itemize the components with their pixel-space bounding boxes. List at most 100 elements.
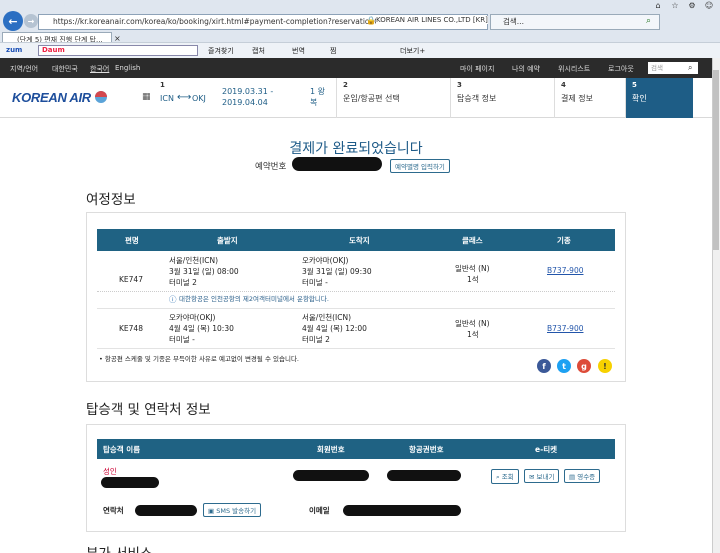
footnote: • 항공편 스케줄 및 기종은 부득이한 사유로 예고없이 변경될 수 있습니다… — [99, 355, 299, 363]
logo-text: KOREAN AIR — [12, 90, 91, 105]
redacted-reservation-number — [292, 157, 382, 171]
region-language-link[interactable]: 지역/언어 — [10, 64, 38, 74]
translate-button[interactable]: 번역 — [292, 46, 305, 56]
step-3[interactable]: 3 탑승객 정보 — [450, 78, 554, 118]
departure-terminal: 터미널 - — [169, 335, 195, 344]
col-aircraft: 기종 — [557, 236, 571, 245]
contact-label: 연락처 — [103, 506, 124, 515]
col-passenger-name: 탑승객 이름 — [103, 445, 141, 454]
class: 일반석 (N) — [455, 319, 490, 328]
info-icon: ⓘ — [169, 295, 177, 304]
departure-time: 4월 4일 (목) 10:30 — [169, 324, 234, 333]
col-flight: 편명 — [125, 236, 139, 245]
taeguk-icon — [95, 91, 108, 103]
redacted-contact — [135, 505, 197, 516]
row-divider — [97, 348, 615, 349]
booking-header: KOREAN AIR ▦ 1 ICN ⟷ OKJ 2019.03.31 - 20… — [0, 78, 712, 118]
site-identity[interactable]: KOREAN AIR LINES CO.,LTD [KR] — [376, 16, 488, 24]
twitter-icon[interactable]: t — [557, 359, 571, 373]
departure-terminal: 터미널 2 — [169, 278, 197, 287]
seats: 1석 — [467, 330, 479, 339]
country-link[interactable]: 대한민국 — [52, 64, 78, 74]
my-reservation-link[interactable]: 나의 예약 — [512, 64, 540, 74]
eticket-send-button[interactable]: ✉ 보내기 — [524, 469, 560, 483]
departure-time: 3월 31일 (일) 08:00 — [169, 267, 239, 276]
reservation-label: 예약번호 — [255, 162, 287, 172]
aircraft-link[interactable]: B737-900 — [547, 265, 583, 276]
capture-button[interactable]: 캡처 — [252, 46, 265, 56]
departure-city: 서울/인천(ICN) — [169, 256, 219, 265]
calendar-icon: ▦ — [142, 92, 151, 102]
arrival-city: 서울/인천(ICN) — [302, 313, 352, 322]
eticket-receipt-button[interactable]: ▤ 영수증 — [564, 469, 601, 483]
daum-logo: Daum — [42, 46, 65, 54]
korean-air-logo[interactable]: KOREAN AIR — [12, 90, 108, 105]
arrival-time: 4월 4일 (목) 12:00 — [302, 324, 367, 333]
my-page-link[interactable]: 마이 페이지 — [460, 64, 494, 74]
search-go-icon[interactable]: ⌕ — [646, 16, 651, 26]
sms-button[interactable]: ▣ SMS 발송하기 — [203, 503, 262, 517]
step-1-num: 1 — [160, 81, 165, 89]
passenger-title: 탑승객 및 연락처 정보 — [86, 402, 211, 418]
wishlist-link[interactable]: 위시리스트 — [558, 64, 590, 74]
lock-icon: 🔒 — [366, 16, 376, 25]
col-eticket: e-티켓 — [535, 445, 557, 454]
search-icon[interactable]: ⌕ — [688, 63, 692, 73]
gear-icon[interactable]: ⚙ — [685, 0, 699, 10]
passenger-box: 탑승객 이름 회원번호 항공권번호 e-티켓 성인 ⌕ 조회 ✉ 보내기 ▤ 영… — [86, 424, 626, 532]
aircraft-link[interactable]: B737-900 — [547, 323, 583, 334]
forward-button[interactable]: → — [24, 14, 38, 28]
col-member-number: 회원번호 — [317, 445, 345, 454]
row-divider — [97, 308, 615, 309]
col-ticket-number: 항공권번호 — [409, 445, 444, 454]
step-4[interactable]: 4 결제 정보 — [554, 78, 625, 118]
redacted-member-number — [293, 470, 369, 481]
step-5[interactable]: 5 확인 — [625, 78, 693, 118]
class: 일반석 (N) — [455, 264, 490, 273]
passenger-type: 성인 — [103, 467, 117, 476]
google-plus-icon[interactable]: g — [577, 359, 591, 373]
search-tab-label: 검색... — [503, 17, 524, 26]
col-arrival: 도착지 — [349, 236, 370, 245]
arrival-city: 오카야마(OKJ) — [302, 256, 349, 265]
home-icon[interactable]: ⌂ — [651, 0, 665, 10]
step-1 — [135, 78, 141, 118]
site-top-bar: 지역/언어 대한민국 한국어 English 마이 페이지 나의 예약 위시리스… — [0, 58, 712, 78]
redacted-ticket-number — [387, 470, 461, 481]
eticket-view-button[interactable]: ⌕ 조회 — [491, 469, 519, 484]
seats: 1석 — [467, 275, 479, 284]
itinerary-title: 여정정보 — [86, 192, 136, 208]
kakao-icon[interactable]: ! — [598, 359, 612, 373]
flight-number: KE747 — [119, 275, 143, 284]
korean-link[interactable]: 한국어 — [90, 64, 109, 74]
itinerary-box: 편명 출발지 도착지 클래스 기종 KE747 서울/인천(ICN) 3월 31… — [86, 212, 626, 382]
row-divider — [97, 291, 615, 292]
wish-button[interactable]: 찜 — [330, 46, 336, 56]
url-text: https://kr.koreanair.com/korea/ko/bookin… — [53, 17, 420, 26]
reservation-nickname-button[interactable]: 예약별명 입력하기 — [390, 159, 450, 173]
favorites-button[interactable]: 즐겨찾기 — [208, 46, 234, 56]
facebook-icon[interactable]: f — [537, 359, 551, 373]
smiley-icon[interactable]: ☺ — [702, 0, 716, 10]
back-button[interactable]: ← — [3, 11, 23, 31]
scrollbar-thumb[interactable] — [713, 70, 719, 250]
terminal-notice: 대한항공은 인천공항의 제2여객터미널에서 운항합니다. — [179, 295, 329, 303]
trip-type: 1 왕 복 — [310, 87, 325, 107]
redacted-email — [343, 505, 461, 516]
col-departure: 출발지 — [217, 236, 238, 245]
col-class: 클래스 — [462, 236, 483, 245]
route-arrow-icon: ⟷ — [177, 92, 192, 103]
english-link[interactable]: English — [115, 64, 140, 72]
page-title: 결제가 완료되었습니다 — [289, 141, 423, 157]
step-2[interactable]: 2 운임/항공편 선택 — [336, 78, 450, 118]
redacted-passenger-name — [101, 477, 159, 488]
more-button[interactable]: 더보기+ — [400, 46, 425, 56]
next-section-title: 부가 서비스 — [86, 542, 152, 553]
zum-logo[interactable]: zum — [6, 46, 22, 54]
logout-link[interactable]: 로그아웃 — [608, 64, 634, 74]
arrival-terminal: 터미널 - — [302, 278, 328, 287]
star-icon[interactable]: ☆ — [668, 0, 682, 10]
browser-toolbar: zum Daum 즐겨찾기 캡처 번역 찜 더보기+ — [0, 42, 720, 58]
email-label: 이메일 — [309, 506, 330, 515]
search-tab[interactable]: 검색... — [490, 14, 660, 30]
